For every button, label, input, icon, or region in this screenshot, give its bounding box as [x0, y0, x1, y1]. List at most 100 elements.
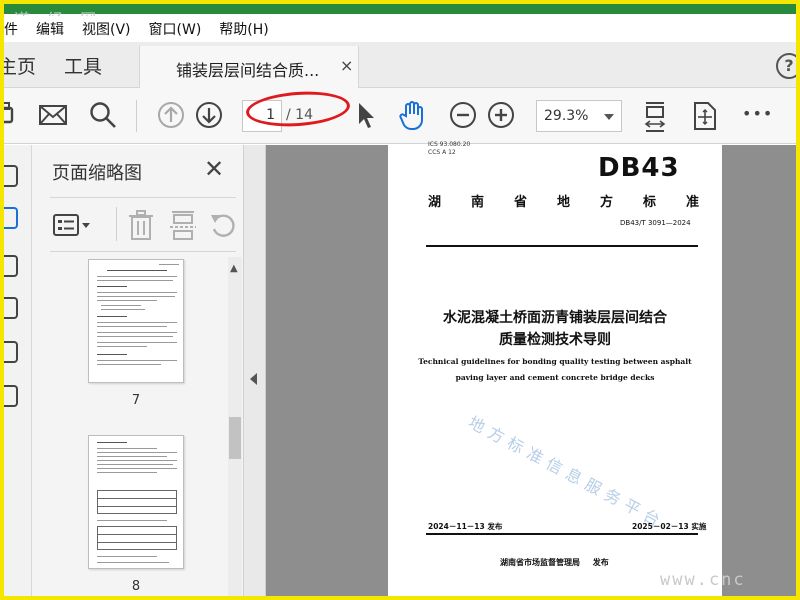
- panel-close-button[interactable]: ✕: [204, 155, 224, 183]
- tab-tools[interactable]: 工具: [64, 52, 102, 79]
- document-properties-icon[interactable]: [4, 385, 18, 407]
- thumb-line: [97, 498, 177, 499]
- thumb-line: [97, 322, 177, 323]
- thumb-line: [97, 472, 157, 473]
- document-title-line2: 质量检测技术导则: [499, 332, 611, 348]
- thumb-table: [97, 490, 177, 514]
- full-screen-icon[interactable]: [692, 100, 718, 132]
- hand-tool-icon[interactable]: [398, 100, 428, 132]
- chevron-left-icon: [250, 373, 257, 385]
- menu-file[interactable]: 件: [4, 19, 27, 39]
- previous-page-icon[interactable]: [156, 100, 186, 130]
- issue-date: 2024－11－13 发布: [428, 522, 503, 531]
- page-thumbnail-8[interactable]: [88, 435, 184, 569]
- navigation-icon-strip: [4, 145, 32, 596]
- tab-close-button[interactable]: ×: [340, 56, 353, 75]
- search-icon[interactable]: [88, 100, 118, 130]
- thumb-line: [97, 448, 157, 449]
- tab-bar: 主页 工具 铺装层层间结合质... × ?: [4, 42, 796, 88]
- rotate-page-icon[interactable]: [208, 209, 238, 245]
- fit-page-icon[interactable]: [642, 100, 668, 134]
- thumb-line: [97, 326, 167, 327]
- zoom-value: 29.3%: [544, 108, 589, 124]
- document-title: 水泥混凝土桥面沥青铺装层层间结合: [443, 310, 667, 326]
- thumb-line: [97, 342, 177, 343]
- attachments-icon[interactable]: [4, 165, 18, 187]
- panel-separator: [116, 207, 117, 241]
- english-title-line2: paving layer and cement concrete bridge …: [455, 373, 655, 382]
- thumb-line: [97, 456, 167, 457]
- insert-page-icon[interactable]: [168, 209, 198, 245]
- thumb-line: [97, 506, 177, 507]
- menu-help[interactable]: 帮助(H): [210, 19, 277, 39]
- footer-rule: [426, 533, 698, 535]
- thumb-line: [97, 464, 173, 465]
- panel-divider: [50, 197, 236, 198]
- thumb-line: [97, 556, 157, 557]
- document-view[interactable]: ICS 93.080.20 CCS A 12 DB43 湖南省地方标准 DB43…: [266, 141, 796, 596]
- thumb-line: [97, 280, 173, 281]
- menu-bar: 件 编辑 视图(V) 窗口(W) 帮助(H): [4, 16, 796, 42]
- chevron-down-icon: [604, 114, 614, 120]
- scroll-up-icon[interactable]: ▲: [230, 263, 238, 274]
- menu-window[interactable]: 窗口(W): [140, 19, 211, 39]
- menu-view[interactable]: 视图(V): [73, 19, 140, 39]
- issuer: 湖南省市场监督管理局 发布: [500, 558, 609, 567]
- thumbnail-options-icon[interactable]: [52, 211, 94, 243]
- thumb-line: [97, 354, 127, 355]
- thumb-line: [97, 286, 127, 287]
- print-icon[interactable]: [4, 100, 18, 130]
- thumb-line: [97, 460, 177, 461]
- page-thumbnail-7[interactable]: [88, 259, 184, 383]
- standard-code: DB43/T 3091—2024: [620, 219, 691, 227]
- header-rule: [426, 245, 698, 247]
- watermark-stamp: 地方标准信息服务平台: [465, 412, 669, 533]
- bookmarks-icon[interactable]: [4, 255, 18, 277]
- page-thumbnails-icon[interactable]: [4, 207, 18, 229]
- zoom-in-icon[interactable]: [486, 100, 516, 130]
- panel-divider: [50, 251, 236, 252]
- thumb-line: [97, 336, 173, 337]
- tab-home[interactable]: 主页: [4, 52, 36, 79]
- thumb-line: [97, 296, 175, 297]
- toolbar-separator: [136, 100, 137, 132]
- english-title: Technical guidelines for bonding quality…: [418, 357, 692, 366]
- thumb-line: [101, 309, 145, 310]
- delete-page-icon[interactable]: [126, 209, 156, 245]
- layers-icon[interactable]: [4, 341, 18, 363]
- panel-collapse-handle[interactable]: [244, 145, 266, 596]
- thumb-line: [101, 305, 141, 306]
- zoom-out-icon[interactable]: [448, 100, 478, 130]
- thumb-line: [97, 360, 177, 361]
- help-button[interactable]: ?: [776, 53, 796, 79]
- scrollbar-thumb[interactable]: [229, 417, 241, 459]
- select-cursor-icon[interactable]: [356, 100, 376, 130]
- thumb-line: [97, 452, 177, 453]
- thumb-line: [97, 276, 177, 277]
- ccs-code: CCS A 12: [428, 149, 456, 156]
- thumb-line: [97, 346, 147, 347]
- ics-code: ICS 93.080.20: [428, 141, 471, 148]
- next-page-icon[interactable]: [194, 100, 224, 130]
- tab-document[interactable]: 铺装层层间结合质... ×: [139, 46, 359, 88]
- signatures-icon[interactable]: [4, 297, 18, 319]
- thumbnail-label: 7: [131, 393, 141, 408]
- effective-date: 2025－02－13 实施: [632, 522, 707, 531]
- more-options-icon[interactable]: •••: [742, 104, 773, 123]
- thumb-line: [97, 316, 127, 317]
- app-window: 道 经 网 件 编辑 视图(V) 窗口(W) 帮助(H) 主页 工具 铺装层层间…: [4, 4, 796, 596]
- thumbnail-scrollbar[interactable]: ▲: [228, 257, 242, 596]
- thumb-line: [97, 562, 169, 563]
- thumb-line: [97, 292, 177, 293]
- watermark-bottom-right: www.cnc: [660, 570, 746, 590]
- menu-edit[interactable]: 编辑: [27, 19, 73, 39]
- email-icon[interactable]: [38, 100, 68, 130]
- thumb-table: [97, 526, 177, 550]
- thumb-line: [97, 542, 177, 543]
- thumb-line: [97, 468, 177, 469]
- panel-toolbar: [50, 205, 236, 247]
- thumb-line: [97, 300, 157, 301]
- panel-title: 页面缩略图: [52, 163, 142, 184]
- zoom-select[interactable]: 29.3%: [536, 100, 622, 132]
- thumb-line: [97, 364, 161, 365]
